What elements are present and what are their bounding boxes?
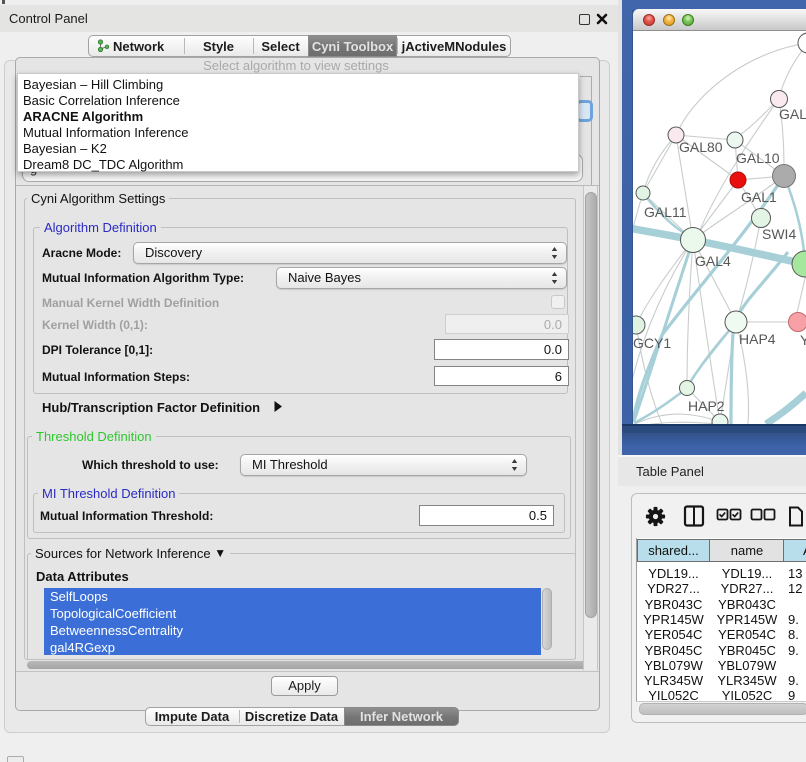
svg-text:Y: Y	[800, 332, 806, 348]
svg-text:GAL1: GAL1	[741, 189, 777, 205]
svg-text:GAL11: GAL11	[644, 204, 687, 220]
svg-text:HAP2: HAP2	[688, 398, 725, 414]
svg-text:GCY1: GCY1	[633, 335, 671, 351]
svg-text:GAL4: GAL4	[695, 253, 731, 269]
svg-text:GAL7: GAL7	[779, 106, 806, 122]
svg-text:HAP4: HAP4	[739, 331, 776, 347]
svg-text:SWI4: SWI4	[762, 226, 796, 242]
svg-text:GAL80: GAL80	[679, 139, 723, 155]
svg-text:GAL10: GAL10	[736, 150, 780, 166]
